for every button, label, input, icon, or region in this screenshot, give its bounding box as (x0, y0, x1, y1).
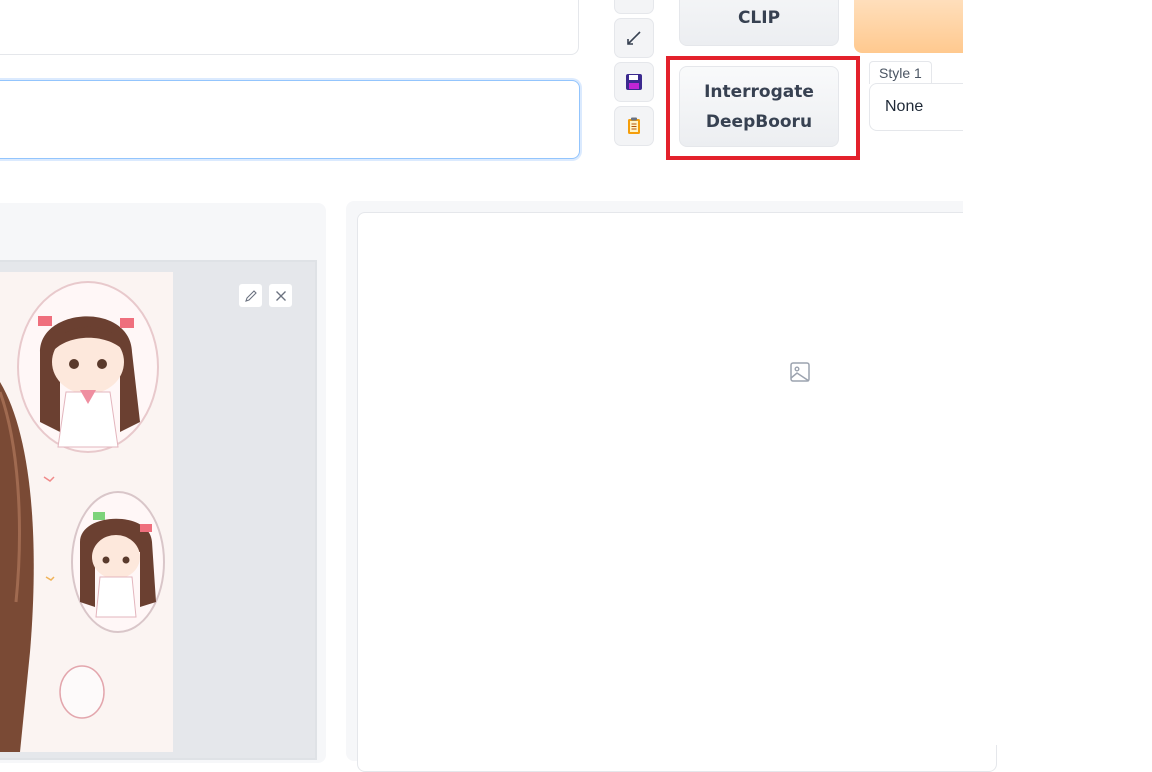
line-pen-icon (627, 31, 641, 45)
highlight-box (666, 56, 860, 160)
output-gallery (357, 212, 997, 772)
floppy-disk-icon (626, 74, 642, 90)
style-label: Style 1 (869, 61, 932, 84)
save-style-button[interactable] (614, 62, 654, 102)
image-icon (790, 362, 810, 382)
close-icon (275, 290, 286, 301)
edit-image-button[interactable] (238, 283, 263, 308)
extra-networks-button[interactable] (614, 0, 654, 14)
clear-image-button[interactable] (268, 283, 293, 308)
page-background (963, 0, 1152, 745)
apply-style-button[interactable] (614, 106, 654, 146)
pencil-icon (244, 289, 257, 302)
interrogate-clip-button[interactable]: CLIP (679, 0, 839, 46)
input-image[interactable] (0, 272, 173, 752)
negative-prompt-textarea[interactable] (0, 80, 580, 159)
anime-artwork-illustration (0, 281, 165, 752)
extra-networks-icon (624, 0, 644, 4)
clipboard-icon (628, 117, 640, 134)
prompt-textarea[interactable] (0, 0, 579, 55)
interrogate-clip-label: CLIP (737, 8, 781, 28)
read-params-button[interactable] (614, 18, 654, 58)
